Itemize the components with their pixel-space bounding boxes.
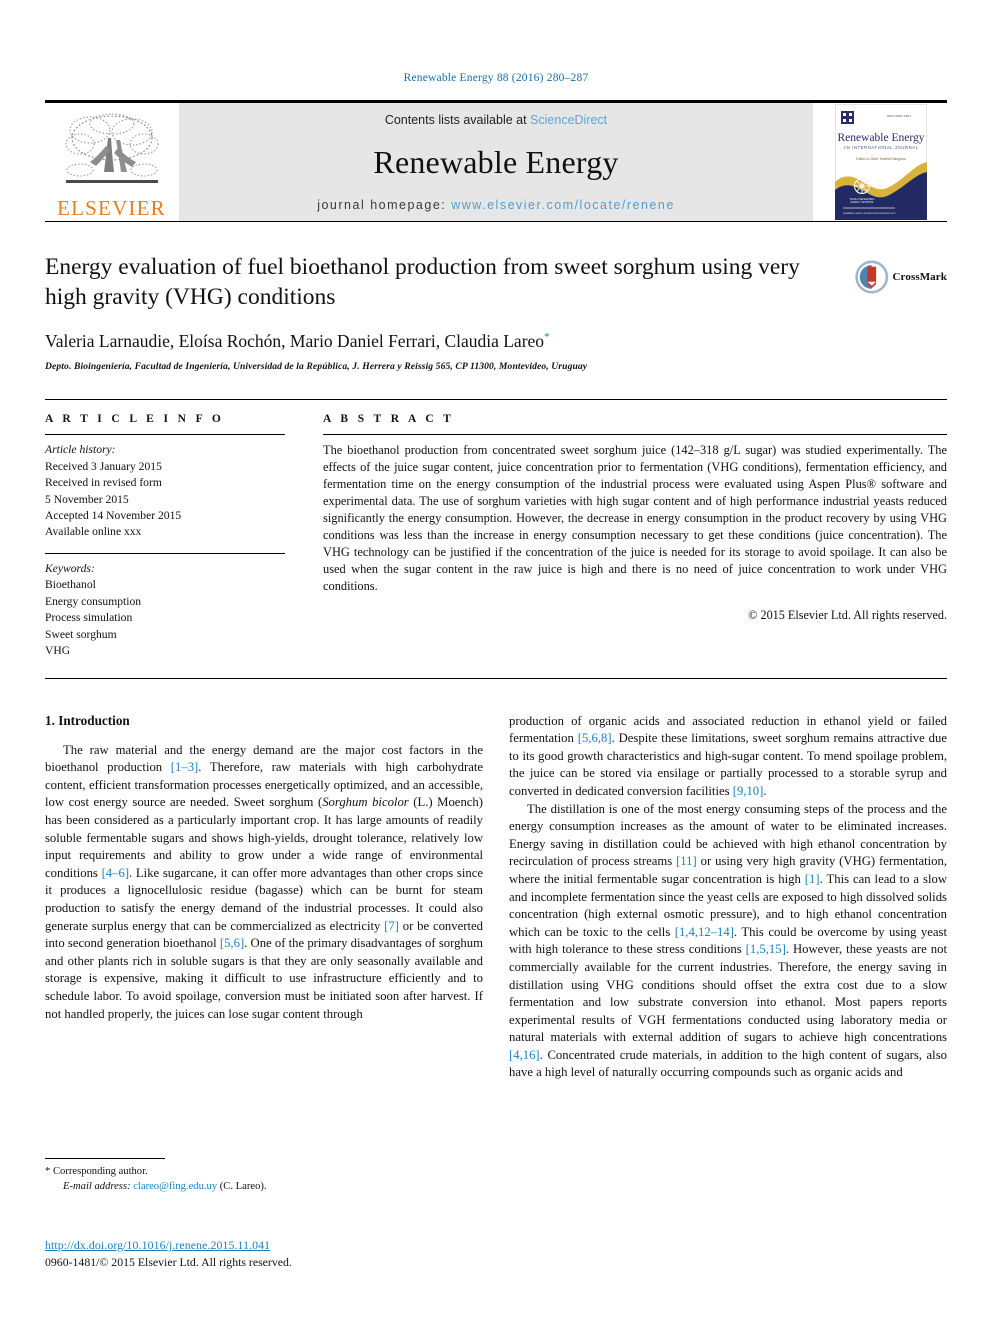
footnote-corresponding-line: * Corresponding author.: [45, 1164, 476, 1179]
article-history-item: Available online xxx: [45, 525, 142, 539]
citation-link[interactable]: [11]: [676, 854, 697, 868]
elsevier-tree-icon: [65, 113, 158, 183]
text-run: . Concentrated crude materials, in addit…: [509, 1047, 947, 1080]
abstract-column: A B S T R A C T The bioethanol productio…: [303, 400, 947, 677]
author-list: Valeria Larnaudie, Eloísa Rochón, Mario …: [45, 331, 947, 352]
citation-link[interactable]: [1,5,15]: [746, 942, 786, 956]
contents-prefix: Contents lists available at: [384, 113, 531, 127]
svg-text:ENERGY NETWORK: ENERGY NETWORK: [850, 201, 873, 204]
crossmark-badge[interactable]: CrossMark: [855, 254, 947, 300]
svg-text:Renewable Energy: Renewable Energy: [837, 132, 924, 144]
crossmark-label: CrossMark: [892, 271, 947, 283]
abstract-copyright: © 2015 Elsevier Ltd. All rights reserved…: [748, 608, 947, 623]
article-info-heading: A R T I C L E I N F O: [45, 413, 225, 426]
footnote-corresponding-text: Corresponding author.: [52, 1166, 148, 1177]
citation-link[interactable]: [1]: [805, 872, 820, 886]
svg-text:AN INTERNATIONAL JOURNAL: AN INTERNATIONAL JOURNAL: [843, 145, 918, 150]
article-history-group: Article history: Received 3 January 2015…: [45, 442, 285, 541]
contents-line: Contents lists available at ScienceDirec…: [385, 113, 607, 127]
citation-link[interactable]: [1,4,12–14]: [675, 925, 734, 939]
svg-text:Editor-in-Chief: Soteris Kalog: Editor-in-Chief: Soteris Kalogirou: [856, 157, 905, 161]
journal-homepage-line: journal homepage: www.elsevier.com/locat…: [317, 198, 675, 212]
email-attribution: (C. Lareo).: [219, 1181, 267, 1193]
paragraph-intro-left: The raw material and the energy demand a…: [45, 742, 483, 1024]
body-columns: 1. Introduction The raw material and the…: [45, 713, 947, 1082]
citation-link[interactable]: [4,16]: [509, 1048, 540, 1062]
abstract-text: The bioethanol production from concentra…: [323, 443, 947, 594]
keyword-item: VHG: [45, 644, 71, 658]
masthead-center: Contents lists available at ScienceDirec…: [178, 103, 814, 221]
abstract-heading: A B S T R A C T: [323, 413, 455, 426]
corresponding-author-marker[interactable]: *: [544, 331, 550, 343]
article-history-item: Accepted 14 November 2015: [45, 508, 182, 522]
crossmark-icon: [855, 260, 889, 294]
keyword-item: Process simulation: [45, 611, 133, 625]
species-name: Sorghum bicolor: [322, 795, 409, 810]
article-history-item: Received 3 January 2015: [45, 459, 162, 473]
homepage-prefix: journal homepage:: [317, 198, 452, 212]
journal-cover-thumbnail: ISSN 0960-1481 Renewable Energy AN INTER…: [814, 103, 947, 221]
footnote-email-line: E-mail address: clareo@fing.edu.uy (C. L…: [45, 1179, 476, 1194]
keywords-label: Keywords:: [45, 561, 95, 575]
title-block: CrossMark Energy evaluation of fuel bioe…: [45, 252, 947, 372]
citation-link[interactable]: [9,10]: [733, 784, 764, 798]
email-label: E-mail address:: [63, 1181, 131, 1193]
article-info-divider: [45, 434, 285, 436]
article-info-column: A R T I C L E I N F O Article history: R…: [45, 400, 303, 677]
author-affiliation: Depto. Bioingeniería, Facultad de Ingeni…: [45, 361, 588, 373]
elsevier-logo: ELSEVIER: [45, 103, 178, 221]
sciencedirect-link[interactable]: ScienceDirect: [530, 113, 607, 127]
citation-link[interactable]: [4–6]: [102, 866, 129, 880]
keyword-item: Sweet sorghum: [45, 627, 117, 641]
keyword-item: Energy consumption: [45, 594, 142, 608]
issn-copyright: 0960-1481/© 2015 Elsevier Ltd. All right…: [45, 1255, 292, 1269]
keyword-item: Bioethanol: [45, 578, 96, 592]
elsevier-wordmark: ELSEVIER: [57, 196, 166, 220]
body-left-column: 1. Introduction The raw material and the…: [45, 713, 483, 1082]
page-title: Energy evaluation of fuel bioethanol pro…: [45, 254, 800, 311]
homepage-url-link[interactable]: www.elsevier.com/locate/renene: [451, 198, 675, 212]
page-footer: http://dx.doi.org/10.1016/j.renene.2015.…: [45, 1238, 545, 1270]
journal-masthead: ELSEVIER Contents lists available at Sci…: [45, 100, 947, 222]
paragraph-intro-right-1: production of organic acids and associat…: [509, 713, 947, 801]
citation-link[interactable]: [7]: [384, 919, 399, 933]
text-run: .: [763, 783, 767, 798]
article-history-item: 5 November 2015: [45, 492, 129, 506]
doi-link[interactable]: http://dx.doi.org/10.1016/j.renene.2015.…: [45, 1238, 545, 1253]
article-info-abstract-block: A R T I C L E I N F O Article history: R…: [45, 399, 947, 679]
article-history-item: Received in revised form: [45, 476, 162, 490]
citation-link[interactable]: [1–3]: [171, 760, 198, 774]
svg-text:ISSN 0960-1481: ISSN 0960-1481: [886, 114, 910, 118]
svg-text:Available online at www.scienc: Available online at www.sciencedirect.co…: [843, 211, 896, 215]
footnote-divider: [45, 1158, 165, 1159]
running-head: Renewable Energy 88 (2016) 280–287: [403, 72, 589, 84]
abstract-divider: [323, 434, 947, 436]
paragraph-intro-right-2: The distillation is one of the most ener…: [509, 801, 947, 1083]
journal-cover-image: ISSN 0960-1481 Renewable Energy AN INTER…: [834, 104, 927, 220]
text-run: . However, these yeasts are not commerci…: [509, 942, 947, 1045]
keywords-divider: [45, 552, 285, 554]
corresponding-author-footnote: * Corresponding author. E-mail address: …: [45, 1158, 476, 1195]
citation-link[interactable]: [5,6,8]: [578, 731, 612, 745]
article-history-label: Article history:: [45, 443, 116, 457]
footnote-marker: *: [45, 1166, 51, 1177]
citation-link[interactable]: [5,6]: [220, 936, 244, 950]
body-right-column: production of organic acids and associat…: [509, 713, 947, 1082]
keywords-group: Keywords: Bioethanol Energy consumption …: [45, 561, 285, 660]
email-link[interactable]: clareo@fing.edu.uy: [133, 1181, 217, 1192]
journal-title: Renewable Energy: [373, 144, 619, 180]
author-names: Valeria Larnaudie, Eloísa Rochón, Mario …: [45, 331, 545, 352]
paper-page: Renewable Energy 88 (2016) 280–287 ELSEV…: [0, 0, 992, 1323]
section-heading-introduction: 1. Introduction: [45, 712, 130, 728]
